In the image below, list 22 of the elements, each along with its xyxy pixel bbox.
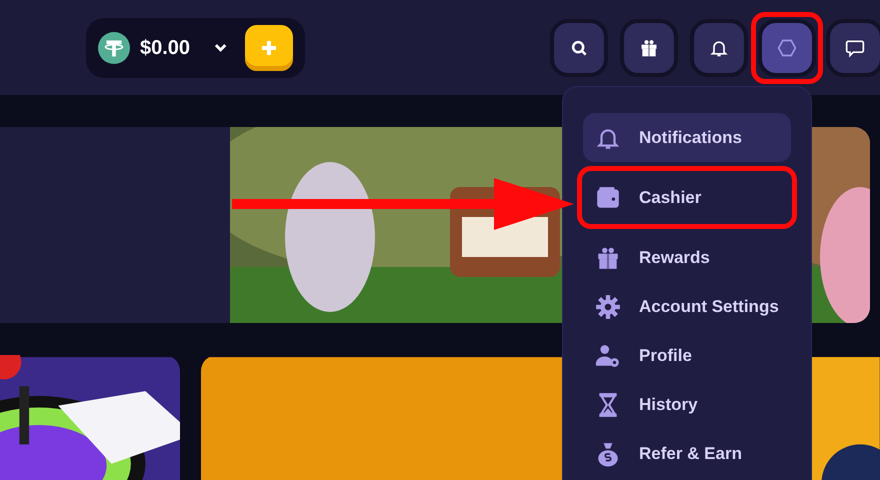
coin-icon [98, 30, 130, 64]
header-button[interactable] [690, 18, 748, 76]
hexagon-icon [777, 38, 797, 58]
plus-icon [262, 40, 276, 54]
menu-item[interactable]: Refer & Earn [583, 429, 791, 478]
menu-item[interactable]: Notifications [583, 113, 791, 162]
menu-item[interactable]: History [583, 380, 791, 429]
menu-item[interactable]: Cashier [583, 173, 791, 222]
menu-item[interactable]: Rewards [583, 233, 791, 282]
deposit-button[interactable] [245, 24, 293, 70]
menu-item[interactable]: Profile [583, 331, 791, 380]
header-button[interactable] [826, 18, 880, 76]
balance-amount: $0.00 [140, 36, 190, 60]
menu-item[interactable]: Account Settings [583, 282, 791, 331]
user-settings-icon [595, 342, 621, 368]
header-button[interactable] [620, 18, 678, 76]
wallet-icon [595, 184, 621, 210]
header-button[interactable] [550, 18, 608, 76]
chat-icon [845, 38, 865, 58]
gear-icon [595, 294, 621, 320]
gift-icon [639, 38, 659, 58]
chevron-icon[interactable] [214, 42, 228, 52]
